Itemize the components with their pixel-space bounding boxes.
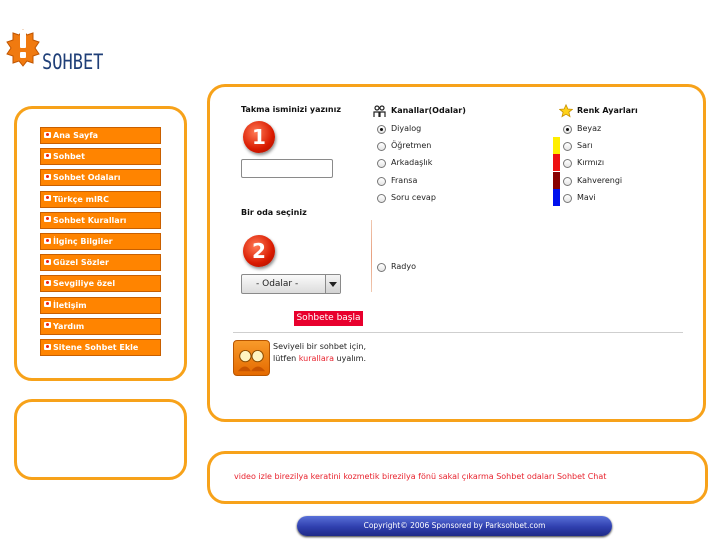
channel-option-label: Öğretmen [391,141,432,150]
color-option-label: Kahverengi [577,176,623,185]
channel-option-label: Soru cevap [391,193,436,202]
channel-radio[interactable] [377,194,386,203]
channel-option-label: Radyo [391,262,416,271]
flag-icon [44,173,51,180]
nav-item-label: Yardım [53,321,85,331]
channels-title: Kanallar(Odalar) [391,106,466,115]
column-divider [371,220,372,292]
flag-icon [44,279,51,286]
color-option-label: Sarı [577,141,593,150]
nav-item[interactable]: Sohbet Kuralları [40,211,161,229]
step-1-badge: 1 [243,121,275,153]
flag-icon [44,258,51,265]
nav-item-label: Sohbet Odaları [53,173,121,183]
nav-item[interactable]: Sohbet Odaları [40,169,161,187]
flag-icon [44,301,51,308]
channel-option-label: Arkadaşlık [391,158,433,167]
nav-item-label: İlginç Bilgiler [53,237,113,246]
color-option-label: Kırmızı [577,158,605,167]
flag-icon [44,343,51,350]
room-label: Bir oda seçiniz [241,208,307,217]
color-radio[interactable] [563,177,572,186]
color-option-label: Mavi [577,193,596,202]
copyright-bar: Copyright© 2006 Sponsored by Parksohbet.… [297,516,612,536]
channels-icon [373,105,386,117]
color-swatch [553,172,560,189]
colors-title: Renk Ayarları [577,106,638,115]
nav-item[interactable]: Ana Sayfa [40,127,161,144]
nav-item-label: Ana Sayfa [53,131,99,140]
color-radio[interactable] [563,159,572,168]
flag-icon [44,322,51,329]
nav-item[interactable]: Güzel Sözler [40,254,161,272]
color-option-label: Beyaz [577,124,602,133]
color-radio[interactable] [563,125,572,134]
nickname-input[interactable] [241,159,333,178]
nav-item-label: Sohbet [53,152,85,162]
nav-item[interactable]: Türkçe mIRC [40,190,161,208]
rules-line2-prefix: lütfen [273,354,299,363]
channel-option-label: Diyalog [391,124,422,133]
nav-item[interactable]: Sohbet [40,148,161,166]
star-icon [559,104,573,118]
step-2-badge: 2 [243,235,275,267]
channel-radio[interactable] [377,159,386,168]
flag-icon [44,152,51,159]
channel-option-label: Fransa [391,176,418,185]
rules-line2-suffix: uyalım. [333,354,367,363]
nav-item[interactable]: Sitene Sohbet Ekle [40,339,161,356]
flag-icon [44,216,51,223]
nav-item-label: Sevgiliye özel [53,279,116,289]
footer-links[interactable]: video izle birezilya keratini kozmetik b… [234,472,606,481]
flag-icon [44,131,51,138]
chat-login-panel [207,84,706,422]
nav-item-label: İletişim [53,300,87,310]
nav-item[interactable]: İlginç Bilgiler [40,233,161,250]
nav-item[interactable]: Sevgiliye özel [40,275,161,293]
flag-icon [44,237,51,244]
logo-icon [6,29,40,67]
color-swatch [553,189,560,206]
logo-text: SOHBET [42,50,104,75]
chevron-down-icon[interactable] [325,275,340,293]
color-swatch [553,154,560,171]
nav-item-label: Sohbet Kuralları [53,215,127,225]
channel-radio[interactable] [377,177,386,186]
sidebar-empty-panel [14,399,187,480]
nav-item-label: Güzel Sözler [53,258,109,268]
channel-radio[interactable] [377,263,386,272]
color-radio[interactable] [563,194,572,203]
nav-item-label: Sitene Sohbet Ekle [53,343,139,352]
color-radio[interactable] [563,142,572,151]
nav-item-label: Türkçe mIRC [53,194,109,204]
nav-item[interactable]: İletişim [40,296,161,314]
color-swatch [553,137,560,154]
rules-line1: Seviyeli bir sohbet için, [273,342,367,351]
room-select[interactable]: - Odalar - [241,274,341,294]
rules-link[interactable]: kurallara [299,354,334,363]
rules-notice: Seviyeli bir sohbet için, lütfen kuralla… [273,341,383,365]
room-select-value: - Odalar - [256,279,299,289]
rules-icon [233,340,270,376]
nick-label: Takma isminizi yazınız [241,105,341,114]
channel-radio[interactable] [377,142,386,151]
nav-item[interactable]: Yardım [40,317,161,335]
channel-radio[interactable] [377,125,386,134]
horizontal-divider [233,332,683,333]
flag-icon [44,195,51,202]
start-chat-button[interactable]: Sohbete başla [294,311,363,326]
